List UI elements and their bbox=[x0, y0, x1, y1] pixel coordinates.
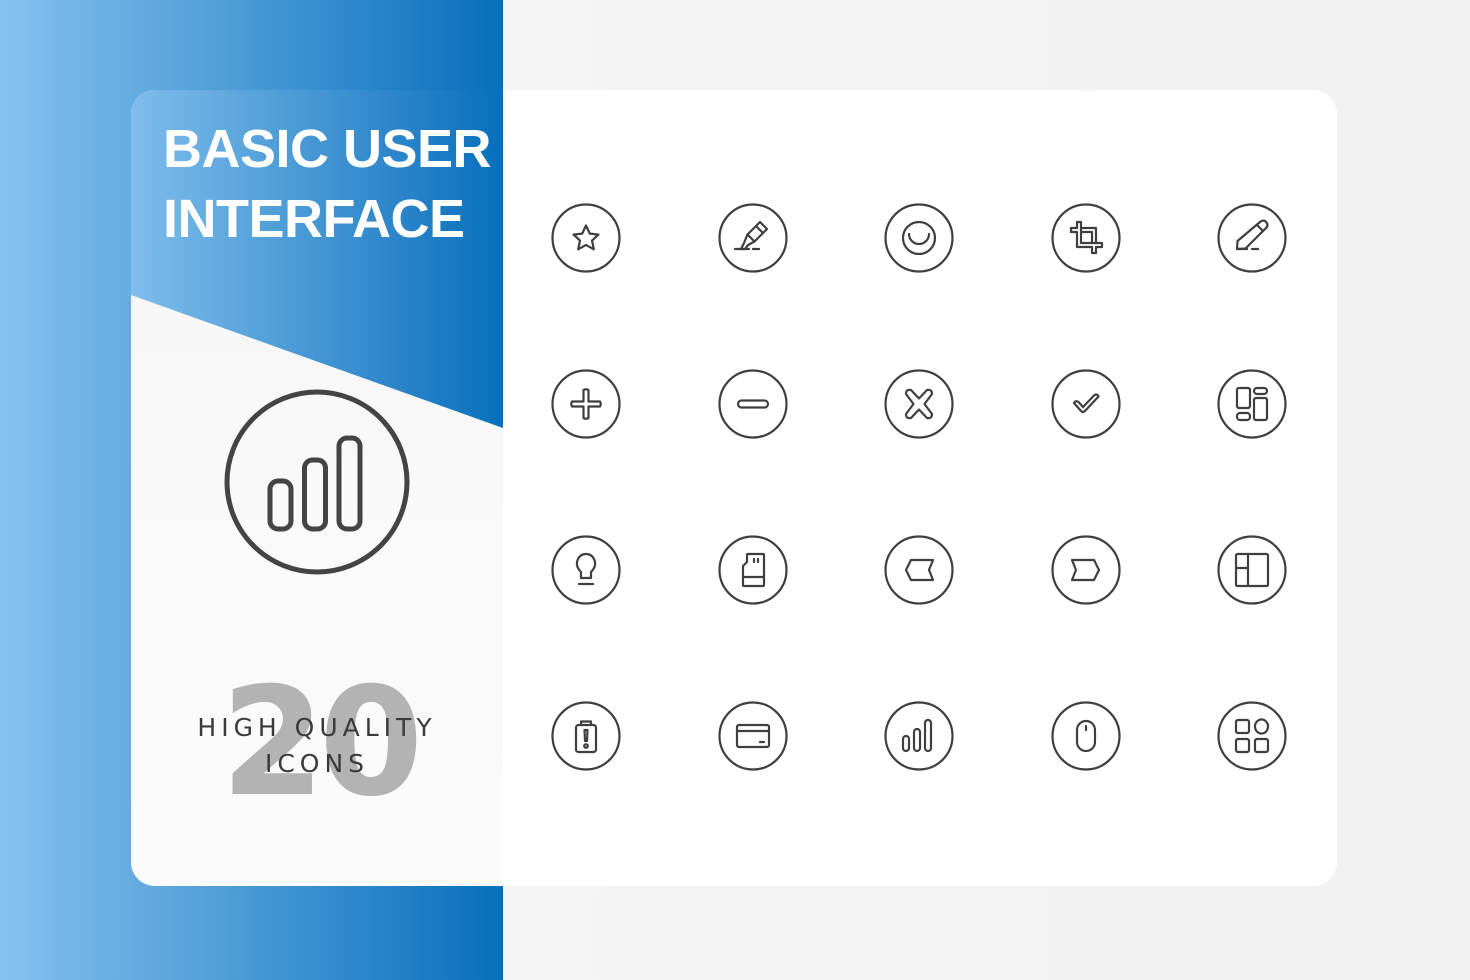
star-icon[interactable] bbox=[551, 203, 621, 273]
check-icon[interactable] bbox=[1050, 369, 1121, 439]
arrow-right-tag-icon[interactable] bbox=[1050, 535, 1121, 605]
arrow-left-tag-icon[interactable] bbox=[884, 535, 954, 605]
battery-alert-icon[interactable] bbox=[551, 701, 621, 771]
layout-panels-icon[interactable] bbox=[1217, 535, 1287, 605]
smile-circle-icon[interactable] bbox=[884, 203, 954, 273]
banner-subtitle: HIGH QUALITY ICONS bbox=[161, 710, 473, 782]
icon-set-card: BASIC USER INTERFACE 20 HIGH QUALITY ICO… bbox=[131, 90, 1337, 886]
pencil-icon[interactable] bbox=[1217, 203, 1287, 273]
minus-icon[interactable] bbox=[717, 369, 788, 439]
signal-bars-icon[interactable] bbox=[884, 701, 954, 771]
banner-title-line-1: BASIC USER bbox=[163, 119, 492, 179]
dashboard-layout-icon[interactable] bbox=[1217, 369, 1287, 439]
banner-panel: BASIC USER INTERFACE 20 HIGH QUALITY ICO… bbox=[131, 90, 503, 886]
subtitle-line-2: ICONS bbox=[264, 749, 370, 778]
icon-grid bbox=[551, 203, 1287, 771]
plus-icon[interactable] bbox=[551, 369, 621, 439]
credit-card-icon[interactable] bbox=[717, 701, 788, 771]
highlighter-icon[interactable] bbox=[717, 203, 788, 273]
apps-grid-icon[interactable] bbox=[1217, 701, 1287, 771]
banner-title: BASIC USER INTERFACE bbox=[163, 114, 492, 254]
sd-card-icon[interactable] bbox=[717, 535, 788, 605]
subtitle-line-1: HIGH QUALITY bbox=[197, 713, 437, 742]
lightbulb-icon[interactable] bbox=[551, 535, 621, 605]
crop-icon[interactable] bbox=[1050, 203, 1121, 273]
signal-bars-icon bbox=[223, 388, 411, 576]
close-icon[interactable] bbox=[884, 369, 954, 439]
banner-title-line-2: INTERFACE bbox=[163, 189, 465, 249]
mouse-icon[interactable] bbox=[1050, 701, 1121, 771]
